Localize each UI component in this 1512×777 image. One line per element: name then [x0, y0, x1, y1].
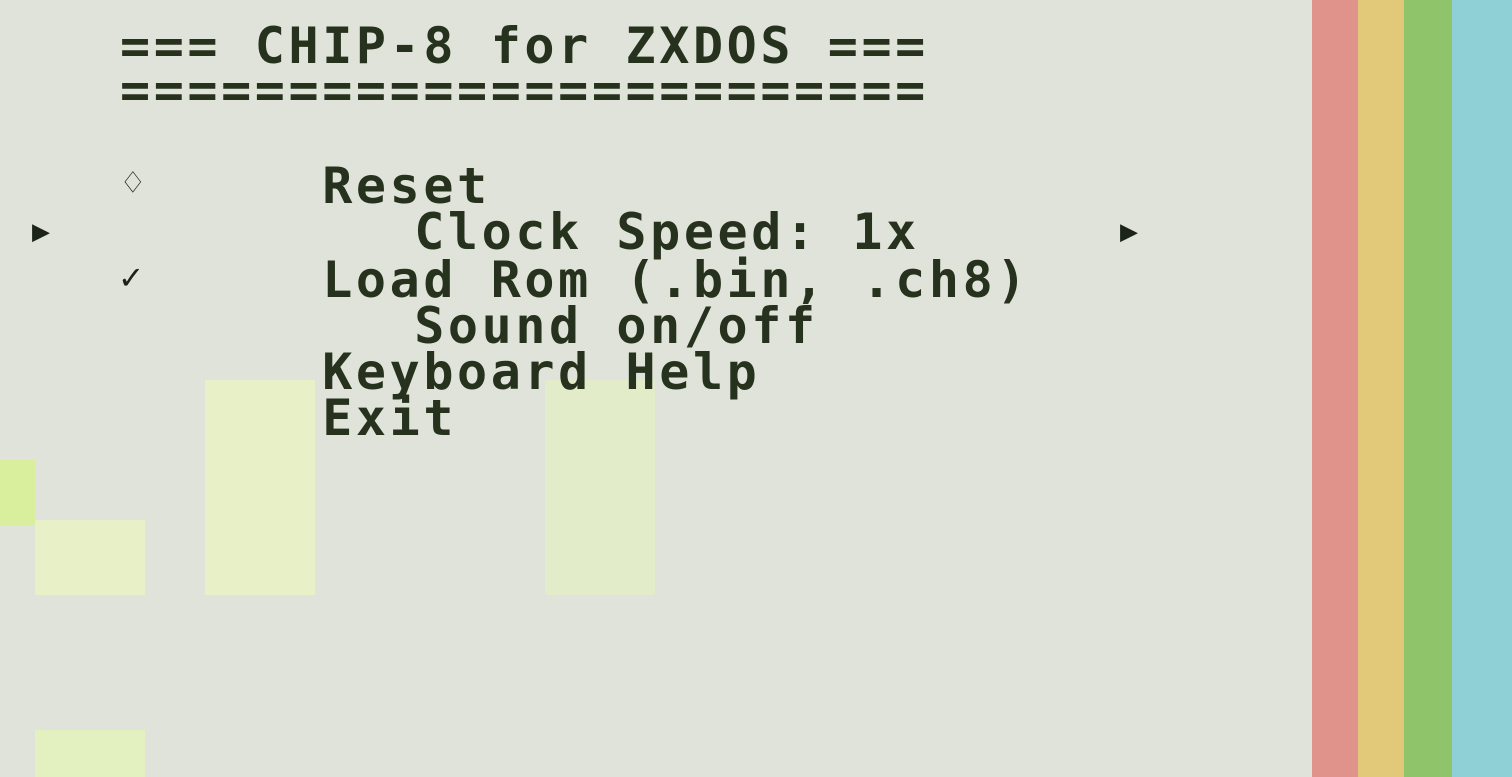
stripe-red [1312, 0, 1358, 777]
menu-item-exit[interactable]: Exit [120, 346, 457, 490]
menu-item-label: Exit [322, 389, 458, 447]
checkmark-icon: ✓ [120, 257, 142, 298]
selection-cursor-left-icon: ▶ [32, 214, 51, 249]
background-artifact [35, 730, 145, 777]
stripe-yellow [1358, 0, 1404, 777]
stripe-green [1404, 0, 1452, 777]
background-artifact [35, 520, 145, 595]
background-artifact [0, 460, 35, 525]
diamond-icon: ♢ [122, 163, 144, 204]
chip8-menu-screen: === CHIP-8 for ZXDOS === ===============… [0, 0, 1512, 777]
selection-cursor-right-icon: ▶ [1120, 214, 1139, 249]
stripe-cyan [1452, 0, 1512, 777]
menu-separator: ======================== [120, 61, 929, 119]
